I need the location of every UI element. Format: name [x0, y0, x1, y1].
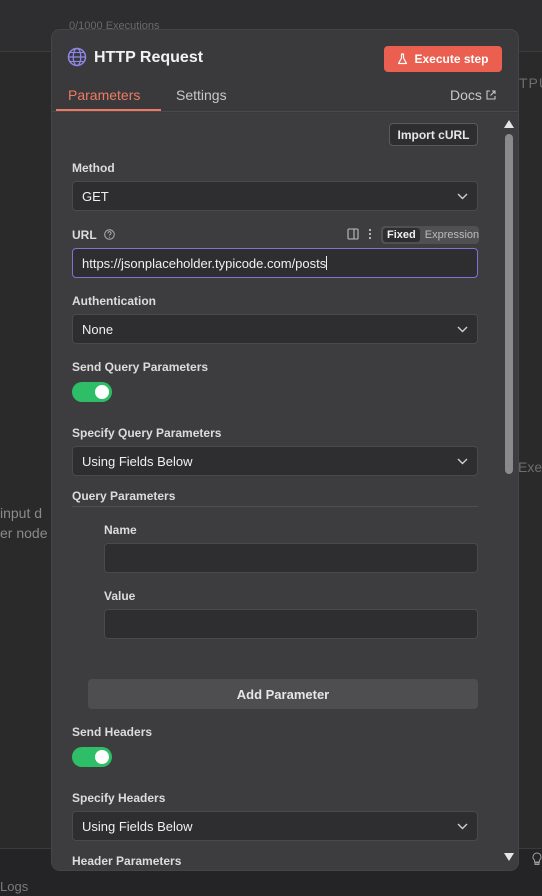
specify-headers-value: Using Fields Below [82, 819, 193, 834]
scroll-up-arrow[interactable] [504, 120, 514, 128]
external-link-icon [486, 90, 496, 100]
node-details-panel: HTTP Request Execute step Parameters Set… [52, 30, 518, 870]
globe-icon [67, 47, 87, 67]
header-parameters-title: Header Parameters [72, 854, 182, 868]
chevron-down-icon [457, 458, 468, 465]
toggle-knob [95, 385, 109, 399]
sidebar-panel-icon[interactable] [347, 228, 359, 240]
add-parameter-button[interactable]: Add Parameter [88, 679, 478, 709]
execute-step-button[interactable]: Execute step [384, 46, 502, 72]
scrollbar-thumb[interactable] [505, 134, 513, 474]
specify-query-value: Using Fields Below [82, 454, 193, 469]
flask-icon [398, 53, 408, 65]
send-query-label: Send Query Parameters [72, 360, 209, 374]
text-cursor [326, 256, 328, 270]
help-icon[interactable] [103, 229, 115, 240]
import-curl-button[interactable]: Import cURL [389, 123, 478, 146]
method-select[interactable]: GET [72, 181, 478, 211]
output-label: TPU [519, 75, 542, 91]
url-label: URL [72, 228, 115, 242]
send-headers-label: Send Headers [72, 725, 153, 739]
scroll-down-arrow[interactable] [504, 853, 514, 861]
authentication-select[interactable]: None [72, 314, 478, 344]
url-value: https://jsonplaceholder.typicode.com/pos… [82, 256, 327, 271]
param-name-input[interactable] [104, 543, 478, 573]
logs-tab[interactable]: Logs [0, 879, 28, 894]
input-hint-line-2: er node [0, 525, 48, 541]
input-hint-line-1: input d [0, 505, 43, 521]
lightbulb-icon[interactable] [532, 852, 542, 866]
more-options-icon[interactable] [367, 228, 373, 240]
specify-headers-label: Specify Headers [72, 791, 166, 805]
authentication-value: None [82, 322, 114, 337]
send-headers-toggle[interactable] [72, 747, 112, 767]
tab-settings[interactable]: Settings [176, 87, 227, 103]
docs-link[interactable]: Docs [450, 87, 496, 103]
node-title[interactable]: HTTP Request [94, 49, 203, 67]
method-value: GET [82, 189, 109, 204]
output-exec-text: Exec [518, 459, 542, 475]
toggle-knob [95, 750, 109, 764]
chevron-down-icon [457, 193, 468, 200]
url-input[interactable]: https://jsonplaceholder.typicode.com/pos… [72, 248, 478, 278]
docs-label: Docs [450, 87, 482, 103]
fixed-mode-option[interactable]: Fixed [383, 228, 420, 242]
specify-query-label: Specify Query Parameters [72, 426, 222, 440]
expression-mode-option[interactable]: Expression [420, 228, 484, 242]
param-value-label: Value [104, 589, 136, 603]
input-hint-text: input d er node [0, 503, 47, 543]
panel-header: HTTP Request Execute step [52, 30, 518, 76]
active-tab-indicator [56, 109, 161, 111]
execute-step-label: Execute step [414, 52, 489, 66]
send-query-toggle[interactable] [72, 382, 112, 402]
param-value-input[interactable] [104, 609, 478, 639]
specify-query-select[interactable]: Using Fields Below [72, 446, 478, 476]
panel-tabs: Parameters Settings Docs [52, 80, 518, 112]
tab-parameters[interactable]: Parameters [68, 87, 140, 103]
section-divider [72, 506, 478, 507]
chevron-down-icon [457, 326, 468, 333]
fixed-expression-toggle[interactable]: Fixed Expression [381, 226, 479, 244]
specify-headers-select[interactable]: Using Fields Below [72, 811, 478, 841]
method-label: Method [72, 161, 115, 175]
authentication-label: Authentication [72, 294, 156, 308]
param-name-label: Name [104, 523, 137, 537]
query-parameters-title: Query Parameters [72, 489, 176, 503]
chevron-down-icon [457, 823, 468, 830]
url-label-text: URL [72, 228, 97, 242]
